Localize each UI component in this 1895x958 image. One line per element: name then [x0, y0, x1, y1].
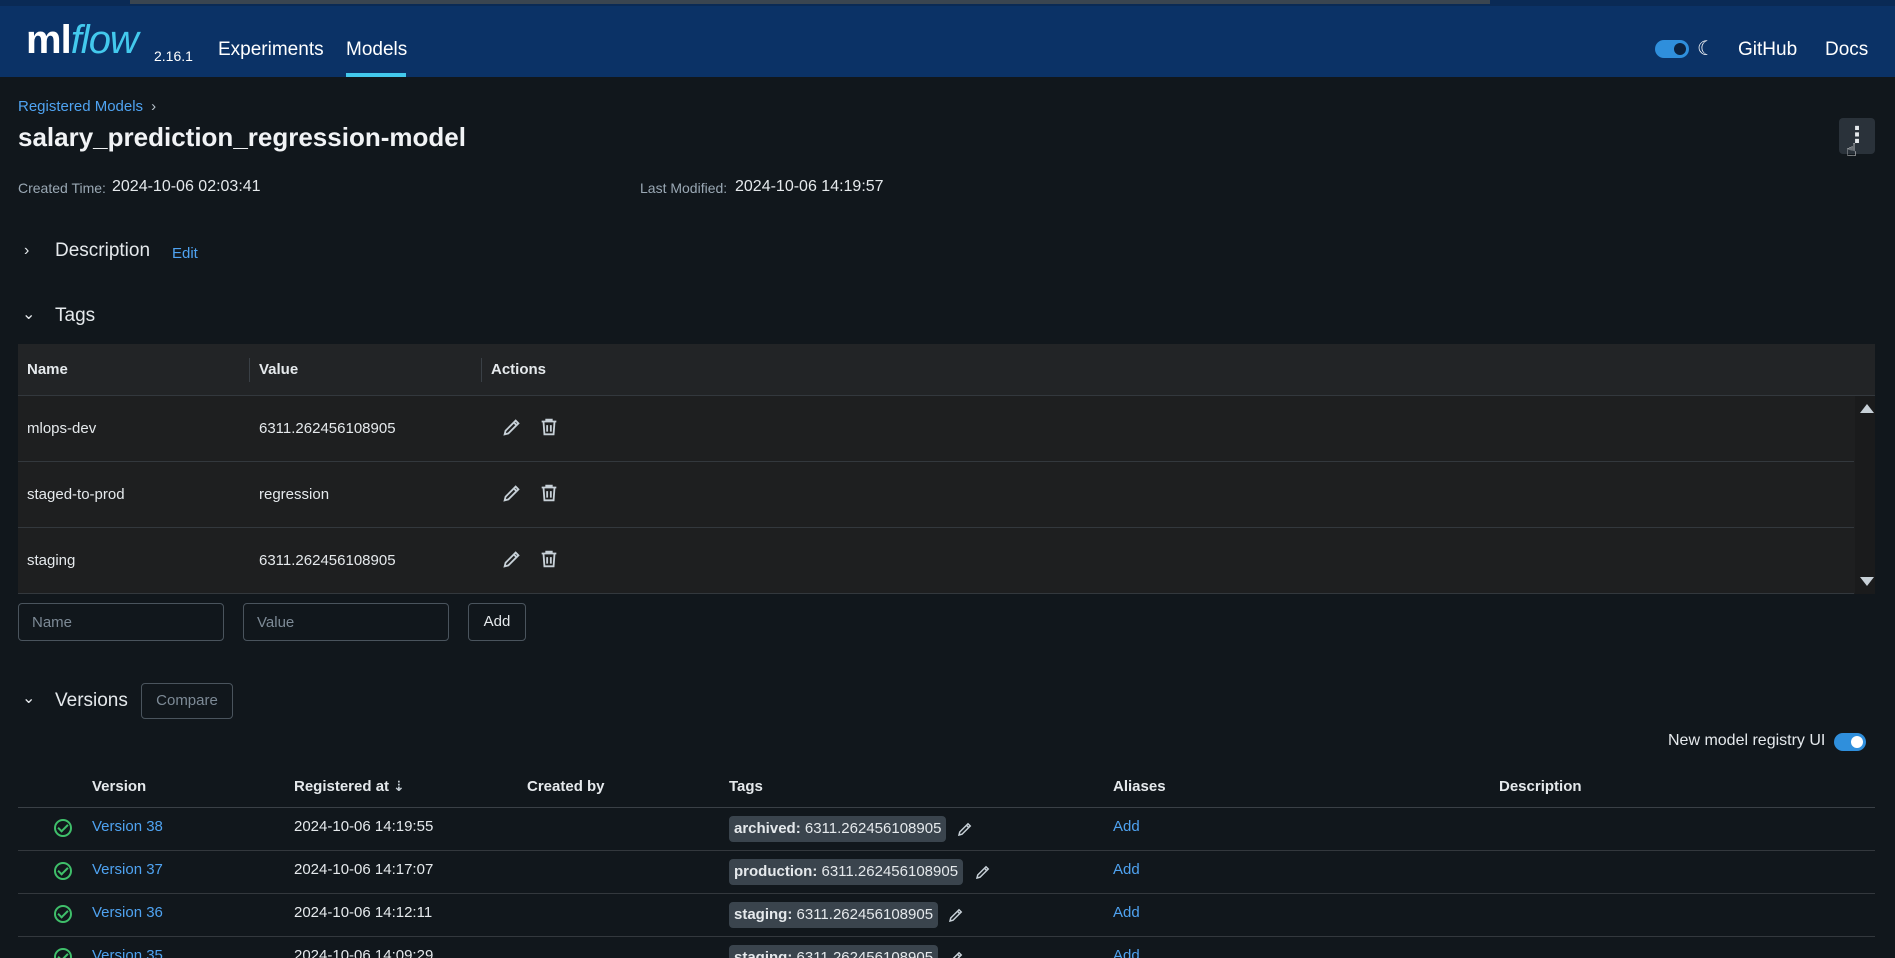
last-modified-value: 2024-10-06 14:19:57 — [735, 178, 884, 195]
tag-value: regression — [259, 486, 330, 503]
version-link[interactable]: Version 37 — [92, 861, 163, 878]
add-alias-link[interactable]: Add — [1113, 904, 1140, 921]
tag-name: staging — [27, 552, 76, 569]
version-link[interactable]: Version 35 — [92, 947, 163, 958]
chevron-down-icon[interactable]: ⌄ — [22, 304, 35, 324]
column-header-actions: Actions — [491, 361, 547, 378]
new-registry-ui-label: New model registry UI — [1668, 732, 1826, 749]
add-alias-link[interactable]: Add — [1113, 861, 1140, 878]
version-link[interactable]: Version 36 — [92, 904, 163, 921]
tags-table-header: Name Value Actions — [18, 344, 1875, 396]
description-section-title[interactable]: Description — [55, 240, 150, 262]
trash-icon[interactable] — [538, 482, 560, 504]
created-time-label: Created Time: — [18, 180, 106, 196]
nav-active-indicator — [346, 73, 406, 77]
mlflow-logo[interactable]: mlflow — [26, 18, 139, 63]
pencil-icon[interactable] — [501, 548, 523, 570]
breadcrumb-registered-models[interactable]: Registered Models — [18, 98, 143, 115]
nav-github[interactable]: GitHub — [1738, 39, 1797, 61]
pencil-icon[interactable] — [501, 482, 523, 504]
last-modified-label: Last Modified: — [640, 180, 728, 196]
tag-name-input[interactable] — [18, 603, 224, 641]
check-circle-icon — [54, 905, 72, 923]
pointer-cursor-icon: ☝ — [1846, 140, 1857, 160]
table-row: mlops-dev 6311.262456108905 — [18, 396, 1854, 462]
table-row: Version 35 2024-10-06 14:09:29 staging: … — [18, 937, 1875, 958]
add-alias-link[interactable]: Add — [1113, 818, 1140, 835]
nav-models[interactable]: Models — [346, 39, 407, 61]
add-tag-button[interactable]: Add — [468, 603, 526, 641]
add-alias-link[interactable]: Add — [1113, 947, 1140, 958]
chevron-right-icon: › — [151, 98, 157, 115]
chevron-down-icon[interactable]: ⌄ — [22, 688, 35, 708]
pencil-icon[interactable] — [956, 820, 974, 838]
sort-descending-icon[interactable]: ⇣ — [393, 778, 405, 794]
tags-section-title[interactable]: Tags — [55, 305, 95, 327]
trash-icon[interactable] — [538, 416, 560, 438]
trash-icon[interactable] — [538, 548, 560, 570]
loading-bar — [130, 0, 1490, 4]
tag-name: staged-to-prod — [27, 486, 125, 503]
scroll-down-icon[interactable] — [1860, 577, 1874, 586]
versions-table-header: Version Registered at ⇣ Created by Tags A… — [18, 772, 1875, 808]
registered-at: 2024-10-06 14:19:55 — [294, 818, 434, 835]
column-header-name: Name — [27, 361, 68, 378]
tag-value: 6311.262456108905 — [259, 552, 396, 569]
app-version: 2.16.1 — [154, 48, 193, 64]
breadcrumb: Registered Models › — [18, 98, 156, 115]
nav-experiments[interactable]: Experiments — [218, 39, 324, 61]
tag-value: 6311.262456108905 — [259, 420, 396, 437]
top-navbar: mlflow 2.16.1 Experiments Models ☾ GitHu… — [0, 0, 1895, 77]
tags-scrollbar[interactable] — [1855, 396, 1875, 594]
version-tag: production: 6311.262456108905 — [729, 859, 964, 885]
scroll-up-icon[interactable] — [1860, 404, 1874, 413]
compare-button[interactable]: Compare — [141, 683, 233, 719]
page-title: salary_prediction_regression-model — [18, 122, 466, 152]
created-time-value: 2024-10-06 02:03:41 — [112, 178, 261, 195]
version-tag: staging: 6311.262456108905 — [729, 902, 939, 928]
moon-icon: ☾ — [1697, 38, 1715, 60]
registered-at: 2024-10-06 14:09:29 — [294, 947, 434, 958]
registered-at: 2024-10-06 14:12:11 — [294, 904, 433, 921]
chevron-right-icon[interactable]: › — [24, 242, 29, 260]
column-divider — [481, 358, 482, 382]
column-header-created-by: Created by — [527, 778, 605, 795]
version-tag: staging: 6311.262456108905 — [729, 945, 939, 958]
column-header-version: Version — [92, 778, 147, 795]
more-options-button[interactable]: ⋮ — [1839, 118, 1875, 154]
nav-docs[interactable]: Docs — [1825, 39, 1868, 61]
versions-section-title[interactable]: Versions — [55, 690, 128, 712]
pencil-icon[interactable] — [947, 949, 965, 958]
version-tag: archived: 6311.262456108905 — [729, 816, 947, 842]
edit-description-link[interactable]: Edit — [172, 245, 198, 262]
check-circle-icon — [54, 862, 72, 880]
pencil-icon[interactable] — [974, 863, 992, 881]
tag-name: mlops-dev — [27, 420, 97, 437]
toggle-knob — [1674, 43, 1686, 55]
table-row: staging 6311.262456108905 — [18, 528, 1854, 594]
column-header-description: Description — [1499, 778, 1582, 795]
column-header-value: Value — [259, 361, 299, 378]
check-circle-icon — [54, 819, 72, 837]
registered-at: 2024-10-06 14:17:07 — [294, 861, 434, 878]
new-registry-ui-toggle[interactable] — [1834, 733, 1866, 751]
table-row: staged-to-prod regression — [18, 462, 1854, 528]
check-circle-icon — [54, 948, 72, 958]
tag-value-input[interactable] — [243, 603, 449, 641]
table-row: Version 37 2024-10-06 14:17:07 productio… — [18, 851, 1875, 894]
version-link[interactable]: Version 38 — [92, 818, 163, 835]
pencil-icon[interactable] — [501, 416, 523, 438]
dark-mode-toggle[interactable] — [1655, 40, 1689, 58]
table-row: Version 36 2024-10-06 14:12:11 staging: … — [18, 894, 1875, 937]
column-header-tags: Tags — [729, 778, 763, 795]
tags-table: Name Value Actions mlops-dev 6311.262456… — [18, 344, 1875, 594]
column-divider — [249, 358, 250, 382]
toggle-knob — [1851, 736, 1863, 748]
pencil-icon[interactable] — [947, 906, 965, 924]
table-row: Version 38 2024-10-06 14:19:55 archived:… — [18, 808, 1875, 851]
column-header-registered-at[interactable]: Registered at ⇣ — [294, 778, 405, 795]
column-header-aliases: Aliases — [1113, 778, 1166, 795]
